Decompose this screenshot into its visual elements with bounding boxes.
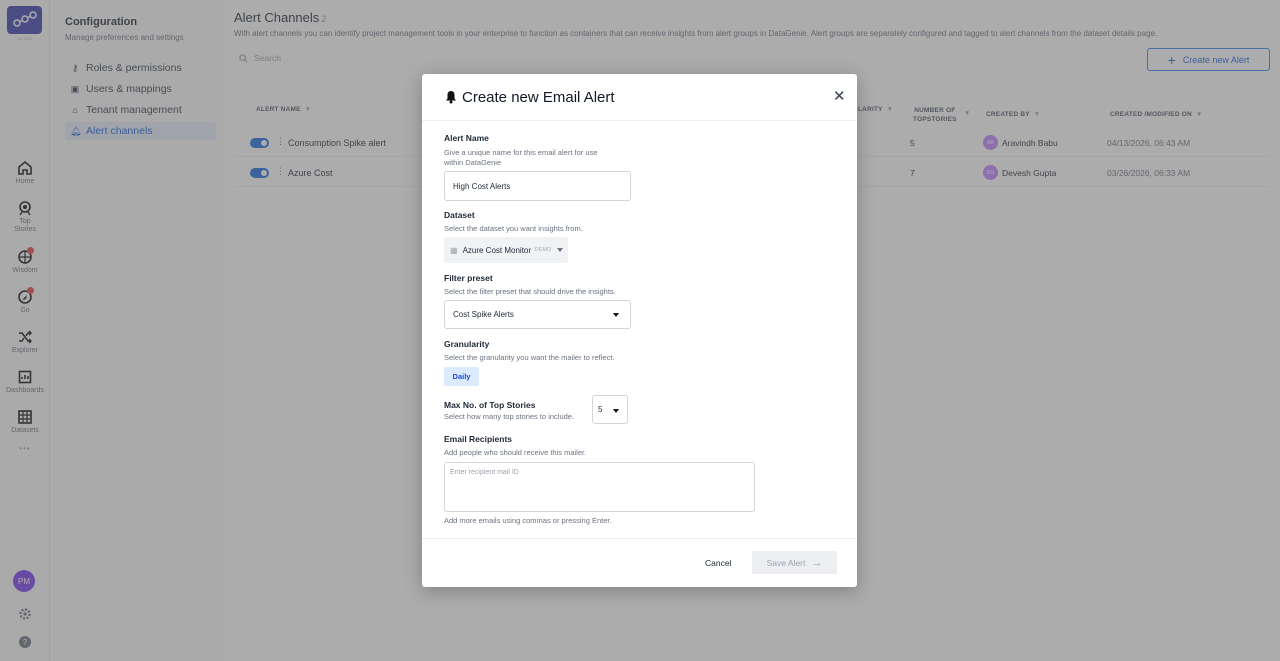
save-alert-label: Save Alert — [766, 557, 806, 568]
dataset-hint: Select the dataset you want insights fro… — [444, 224, 583, 233]
email-recipients-input[interactable]: Enter recipient mail ID — [444, 462, 755, 512]
arrow-right-icon: → — [811, 556, 823, 569]
recipients-placeholder: Enter recipient mail ID — [450, 469, 519, 476]
modal-footer-divider — [422, 538, 857, 539]
dataset-label: Dataset — [444, 210, 475, 220]
close-icon[interactable]: ✕ — [833, 89, 846, 104]
modal-title: Create new Email Alert — [462, 89, 615, 106]
granularity-label: Granularity — [444, 339, 490, 349]
filter-preset-value: Cost Spike Alerts — [453, 310, 514, 319]
max-top-stories-label: Max No. of Top Stories — [444, 400, 536, 410]
max-top-stories-value: 5 — [598, 405, 603, 414]
filter-preset-select[interactable]: Cost Spike Alerts — [444, 300, 631, 329]
alert-name-label: Alert Name — [444, 133, 489, 143]
email-recipients-hint: Add people who should receive this maile… — [444, 448, 587, 457]
save-alert-button[interactable]: Save Alert → — [752, 551, 837, 574]
email-recipients-footer-hint: Add more emails using commas or pressing… — [444, 516, 612, 525]
modal-header: Create new Email Alert ✕ — [422, 74, 857, 121]
bell-icon — [446, 91, 456, 104]
chevron-down-icon — [613, 312, 619, 317]
email-recipients-label: Email Recipients — [444, 434, 513, 444]
filter-preset-label: Filter preset — [444, 273, 493, 283]
grid-icon: ▦ — [450, 245, 458, 255]
filter-preset-hint: Select the filter preset that should dri… — [444, 287, 616, 296]
alert-name-input[interactable]: High Cost Alerts — [444, 171, 631, 201]
chevron-down-icon — [613, 409, 619, 413]
chevron-down-icon — [557, 248, 564, 252]
demo-badge: DEMO — [535, 247, 552, 253]
dataset-value: Azure Cost Monitor — [462, 245, 532, 255]
dataset-select[interactable]: ▦ Azure Cost Monitor DEMO — [444, 237, 568, 263]
cancel-button[interactable]: Cancel — [705, 558, 731, 568]
alert-name-hint: Give a unique name for this email alert … — [444, 148, 598, 157]
alert-name-hint: within DataGenie — [444, 158, 502, 167]
granularity-hint: Select the granularity you want the mail… — [444, 353, 615, 362]
create-email-alert-modal: Create new Email Alert ✕ Alert Name Give… — [422, 74, 857, 587]
max-top-stories-select[interactable]: 5 — [592, 395, 628, 424]
max-top-stories-hint: Select how many top stories to include. — [444, 412, 575, 421]
granularity-option-daily[interactable]: Daily — [444, 367, 479, 386]
alert-name-value: High Cost Alerts — [453, 181, 511, 191]
